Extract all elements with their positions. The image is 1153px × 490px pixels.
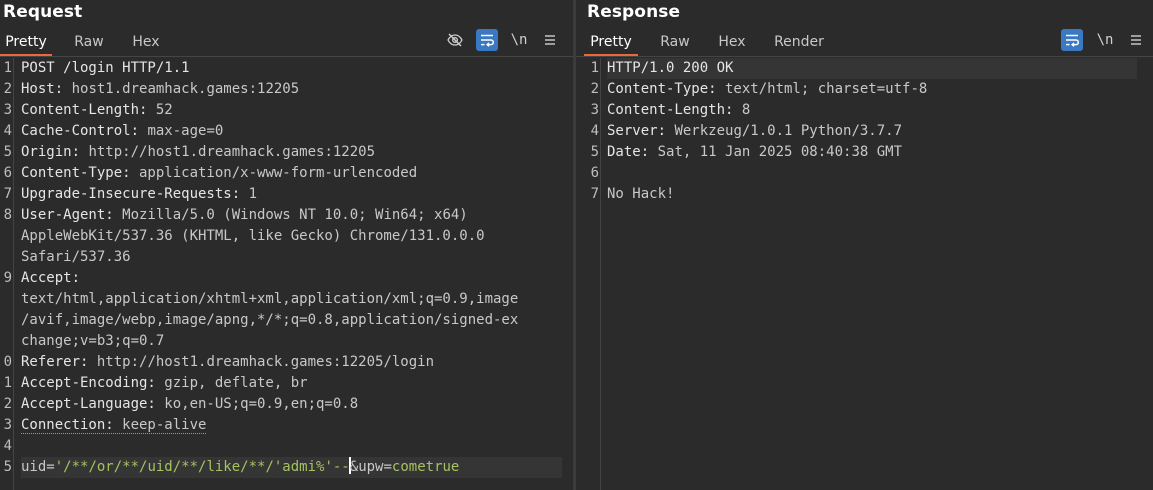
options-menu-button[interactable] <box>539 29 561 51</box>
line-number: 2 <box>3 81 12 97</box>
request-header: Host: host1.dreamhack.games:12205 <box>21 81 300 97</box>
request-header-continued: change;v=b3;q=0.7 <box>21 333 165 349</box>
request-pane: Request Pretty Raw Hex \n 1 2 3 4 5 6 7 … <box>0 0 573 490</box>
tab-hex[interactable]: Hex <box>126 29 166 55</box>
line-number: 5 <box>3 459 12 475</box>
line-number: 5 <box>590 144 599 160</box>
hide-nonprintable-button[interactable] <box>444 29 466 51</box>
tab-pretty[interactable]: Pretty <box>0 29 52 56</box>
http-editor: Request Pretty Raw Hex \n 1 2 3 4 5 6 7 … <box>0 0 1153 490</box>
line-number: 1 <box>3 375 12 391</box>
menu-icon <box>545 35 555 45</box>
request-header: Connection: keep-alive <box>21 417 207 434</box>
line-number: 6 <box>590 165 599 181</box>
line-number: 4 <box>3 438 12 454</box>
menu-icon <box>1131 35 1141 45</box>
wrap-lines-button[interactable] <box>476 29 498 51</box>
request-line: POST /login HTTP/1.1 <box>21 60 190 76</box>
response-body: No Hack! <box>607 186 675 202</box>
line-number: 2 <box>3 396 12 412</box>
line-number: 3 <box>3 102 12 118</box>
response-code: HTTP/1.0 200 OK Content-Type: text/html;… <box>607 58 1153 490</box>
line-number: 1 <box>3 60 12 76</box>
line-number: 7 <box>590 186 599 202</box>
tab-hex[interactable]: Hex <box>712 29 752 55</box>
request-header: Upgrade-Insecure-Requests: 1 <box>21 186 258 202</box>
line-number: 0 <box>3 354 12 370</box>
tab-render[interactable]: Render <box>768 29 830 55</box>
request-body: uid='/**/or/**/uid/**/like/**/'admi%'--&… <box>21 457 460 475</box>
request-header: Accept-Encoding: gzip, deflate, br <box>21 375 308 391</box>
newline-icon: \n <box>510 32 528 48</box>
request-header: Accept-Language: ko,en-US;q=0.9,en;q=0.8 <box>21 396 359 412</box>
response-header: Content-Type: text/html; charset=utf-8 <box>607 81 928 97</box>
eye-off-icon <box>447 33 463 47</box>
request-header: Accept: <box>21 270 81 286</box>
wrap-icon <box>481 34 495 47</box>
request-header-continued: Safari/537.36 <box>21 249 131 265</box>
request-header: Cache-Control: max-age=0 <box>21 123 224 139</box>
line-number: 8 <box>3 207 12 223</box>
response-editor[interactable]: 1 2 3 4 5 6 7 HTTP/1.0 200 OK Content-Ty… <box>576 58 1153 490</box>
request-header-continued: text/html,application/xhtml+xml,applicat… <box>21 291 519 307</box>
response-pane: Response Pretty Raw Hex Render \n 1 2 3 … <box>576 0 1153 490</box>
line-number: 6 <box>3 165 12 181</box>
response-header: Date: Sat, 11 Jan 2025 08:40:38 GMT <box>607 144 903 160</box>
response-header: Server: Werkzeug/1.0.1 Python/3.7.7 <box>607 123 903 139</box>
response-header: Content-Length: 8 <box>607 102 751 118</box>
show-newlines-button[interactable]: \n <box>508 29 530 51</box>
line-number: 2 <box>590 81 599 97</box>
request-title: Request <box>3 2 83 22</box>
response-line-numbers: 1 2 3 4 5 6 7 <box>576 58 601 490</box>
line-number: 4 <box>590 123 599 139</box>
show-newlines-button[interactable]: \n <box>1094 29 1116 51</box>
request-header: Content-Length: 52 <box>21 102 173 118</box>
line-number: 1 <box>590 60 599 76</box>
tab-raw[interactable]: Raw <box>654 29 696 55</box>
request-code: POST /login HTTP/1.1 Host: host1.dreamha… <box>21 58 573 490</box>
status-line: HTTP/1.0 200 OK <box>607 60 734 76</box>
request-header: Referer: http://host1.dreamhack.games:12… <box>21 354 435 370</box>
request-header-continued: /avif,image/webp,image/apng,*/*;q=0.8,ap… <box>21 312 519 328</box>
request-editor[interactable]: 1 2 3 4 5 6 7 8 9 0 1 2 3 4 5 POST /logi… <box>0 58 573 490</box>
request-header: Content-Type: application/x-www-form-url… <box>21 165 418 181</box>
options-menu-button[interactable] <box>1125 29 1147 51</box>
request-header: Origin: http://host1.dreamhack.games:122… <box>21 144 376 160</box>
line-number: 7 <box>3 186 12 202</box>
line-number: 3 <box>590 102 599 118</box>
tab-raw[interactable]: Raw <box>68 29 110 55</box>
tab-pretty[interactable]: Pretty <box>584 29 638 56</box>
line-number: 9 <box>3 270 12 286</box>
wrap-lines-button[interactable] <box>1061 29 1083 51</box>
newline-icon: \n <box>1096 32 1114 48</box>
request-header: User-Agent: Mozilla/5.0 (Windows NT 10.0… <box>21 207 468 223</box>
line-number: 5 <box>3 144 12 160</box>
request-header-continued: AppleWebKit/537.36 (KHTML, like Gecko) C… <box>21 228 485 244</box>
line-number: 4 <box>3 123 12 139</box>
request-line-numbers: 1 2 3 4 5 6 7 8 9 0 1 2 3 4 5 <box>0 58 14 490</box>
response-title: Response <box>587 2 681 22</box>
line-number: 3 <box>3 417 12 433</box>
wrap-icon <box>1066 34 1080 47</box>
